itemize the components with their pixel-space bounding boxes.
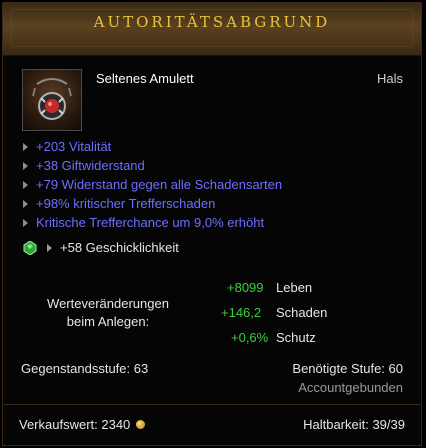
header-frame [11, 9, 413, 47]
affix-line: +98% kritischer Trefferschaden [23, 196, 215, 211]
required-level: Benötigte Stufe: 60 [292, 361, 403, 376]
equip-changes-label: Werteveränderungen beim Anlegen: [47, 296, 169, 329]
item-type: Seltenes Amulett [96, 71, 194, 86]
affix-line: +38 Giftwiderstand [23, 158, 145, 173]
sell-value-text: Verkaufswert: 2340 [19, 417, 131, 432]
affix-text: +79 Widerstand gegen alle Schadensarten [36, 177, 283, 192]
stat-name-damage: Schaden [276, 305, 328, 320]
bullet-icon [23, 180, 28, 189]
stat-value-damage: +146,2 [221, 305, 262, 320]
stat-name-life: Leben [276, 280, 313, 295]
item-tooltip: AUTORITÄTSABGRUND Seltenes Amulett Hals … [2, 2, 422, 446]
item-level: Gegenstandsstufe: 63 [21, 361, 149, 376]
socket-line: +58 Geschicklichkeit [23, 240, 179, 255]
affix-line: +203 Vitalität [23, 139, 111, 154]
bullet-icon [23, 199, 28, 208]
affix-text: +98% kritischer Trefferschaden [36, 196, 216, 211]
stat-value-life: +8099 [227, 280, 264, 295]
affix-text: Kritische Trefferchance um 9,0% erhöht [36, 215, 265, 230]
tooltip-footer: Verkaufswert: 2340 Haltbarkeit: 39/39 [3, 404, 421, 445]
stat-name-protection: Schutz [276, 330, 316, 345]
bullet-icon [47, 243, 52, 252]
emerald-gem-icon [23, 240, 37, 255]
sell-value: Verkaufswert: 2340 [19, 417, 146, 432]
account-bound: Accountgebunden [298, 380, 403, 395]
affix-text: +203 Vitalität [36, 139, 112, 154]
item-icon-frame [22, 69, 82, 131]
bullet-icon [23, 142, 28, 151]
bullet-icon [23, 161, 28, 170]
affix-line: Kritische Trefferchance um 9,0% erhöht [23, 215, 264, 230]
affix-text: +38 Giftwiderstand [36, 158, 145, 173]
durability: Haltbarkeit: 39/39 [303, 417, 405, 432]
socket-text: +58 Geschicklichkeit [60, 240, 179, 255]
gold-coin-icon [136, 420, 146, 429]
affix-line: +79 Widerstand gegen alle Schadensarten [23, 177, 282, 192]
item-slot: Hals [376, 71, 403, 86]
amulet-icon [32, 78, 72, 120]
bullet-icon [23, 218, 28, 227]
tooltip-header: AUTORITÄTSABGRUND [3, 3, 421, 56]
stat-value-protection: +0,6% [231, 330, 269, 345]
